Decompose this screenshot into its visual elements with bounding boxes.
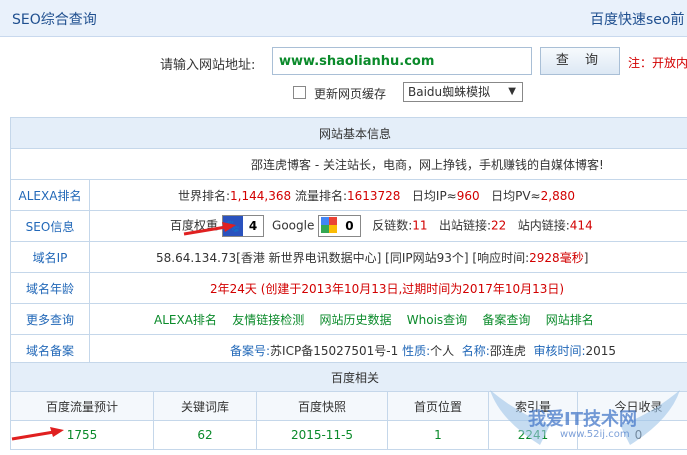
col-baidu-traffic: 百度流量预计 [10, 391, 154, 421]
name-value: 邵连虎 [489, 343, 526, 358]
more-queries-label: 更多查询 [10, 303, 90, 335]
basic-info-table: 网站基本信息 邵连虎博客 - 关注站长，电商，网上挣钱，手机赚钱的自媒体博客! … [10, 117, 687, 366]
annotation-arrow-traffic [11, 427, 64, 441]
value-today-indexed[interactable]: 0 [577, 420, 687, 450]
top-bar: SEO综合查询 百度快速seo前 [0, 0, 687, 37]
spider-select-value: Baidu蜘蛛模拟 [408, 85, 491, 99]
url-input[interactable] [272, 47, 532, 75]
daily-ip-value: 960 [456, 188, 480, 203]
col-keywords: 关键词库 [153, 391, 257, 421]
google-pr-value: 0 [339, 216, 360, 236]
annotation-arrow-weight [183, 222, 236, 236]
google-label: Google [272, 218, 315, 233]
baidu-seo-link[interactable]: 百度快速seo前 [590, 9, 684, 29]
options-row: 更新网页缓存 Baidu蜘蛛模拟 ▼ [0, 82, 687, 104]
url-input-label: 请输入网站地址: [160, 58, 256, 73]
domain-icp-label: 域名备案 [10, 334, 90, 366]
col-index-count: 索引量 [488, 391, 578, 421]
notice-text: 注：开放内 [628, 56, 687, 70]
backlinks-label: 反链数: [372, 218, 413, 233]
google-pr-badge[interactable]: 0 [318, 215, 361, 237]
link-alexa-rank[interactable]: ALEXA排名 [154, 313, 217, 327]
domain-age-label: 域名年龄 [10, 272, 90, 304]
response-time-value: 2928毫秒 [529, 250, 584, 265]
daily-pv-value: 2,880 [540, 188, 575, 203]
daily-pv-label: 日均PV≈ [491, 188, 541, 203]
nature-value: 个人 [430, 343, 455, 358]
refresh-cache-checkbox[interactable] [293, 86, 306, 99]
value-keywords[interactable]: 62 [153, 420, 257, 450]
more-queries-links: ALEXA排名 友情链接检测 网站历史数据 Whois查询 备案查询 网站排名 [89, 303, 687, 335]
audit-time-value: 2015 [585, 343, 617, 358]
col-baidu-snapshot: 百度快照 [256, 391, 388, 421]
query-button[interactable]: 查 询 [540, 47, 620, 75]
seo-info-label: SEO信息 [10, 210, 90, 242]
seo-info-values: 百度权重 🐾4 Google 0 反链数:11 出站链接:22 站内链接:414 [89, 210, 687, 242]
link-friend-links[interactable]: 友情链接检测 [232, 313, 304, 327]
google-icon [319, 216, 340, 236]
col-today-indexed: 今日收录 [577, 391, 687, 421]
same-ip-sites[interactable]: [同IP网站93个] [385, 251, 468, 265]
col-home-position: 首页位置 [387, 391, 489, 421]
name-label: 名称: [461, 343, 490, 358]
domain-ip-label: 域名IP [10, 241, 90, 273]
url-query-row: 请输入网站地址: 查 询 注：开放内 [0, 47, 687, 77]
outlinks-value[interactable]: 22 [491, 219, 506, 233]
audit-time-label: 审核时间: [533, 343, 586, 358]
refresh-cache-label: 更新网页缓存 [314, 87, 387, 101]
link-site-rank[interactable]: 网站排名 [546, 313, 594, 327]
daily-ip-label: 日均IP≈ [411, 188, 457, 203]
baidu-weight-value: 4 [242, 216, 264, 236]
traffic-rank-label: 流量排名: [294, 188, 347, 203]
value-baidu-snapshot[interactable]: 2015-11-5 [256, 420, 388, 450]
link-whois[interactable]: Whois查询 [407, 313, 467, 327]
value-index-count[interactable]: 2241 [488, 420, 578, 450]
world-rank-value: 1,144,368 [230, 188, 292, 203]
domain-ip-values: 58.64.134.73[香港 新世界电讯数据中心] [同IP网站93个] [响… [89, 241, 687, 273]
traffic-rank-value: 1613728 [347, 188, 401, 203]
link-site-history[interactable]: 网站历史数据 [319, 313, 391, 327]
response-time-end: ] [583, 250, 589, 265]
icp-label: 备案号: [230, 343, 271, 358]
domain-age-value: 2年24天 (创建于2013年10月13日,过期时间为2017年10月13日) [89, 272, 687, 304]
page-title: SEO综合查询 [12, 12, 97, 28]
response-time-label: [响应时间: [472, 250, 530, 265]
basic-info-header: 网站基本信息 [10, 117, 687, 149]
ip-address: 58.64.134.73[香港 新世界电讯数据中心] [156, 250, 382, 265]
baidu-related-table: 百度相关 百度流量预计 关键词库 百度快照 首页位置 索引量 今日收录 1755… [10, 362, 687, 450]
backlinks-value[interactable]: 11 [412, 219, 427, 233]
inlinks-label: 站内链接: [517, 218, 570, 233]
alexa-values: 世界排名:1,144,368 流量排名:1613728 日均IP≈960 日均P… [89, 179, 687, 211]
inlinks-value[interactable]: 414 [570, 219, 593, 233]
dropdown-arrow-icon: ▼ [508, 86, 516, 97]
nature-label: 性质: [402, 343, 431, 358]
alexa-label: ALEXA排名 [10, 179, 90, 211]
value-home-position: 1 [387, 420, 489, 450]
site-description: 邵连虎博客 - 关注站长，电商，网上挣钱，手机赚钱的自媒体博客! [10, 148, 687, 180]
link-icp-query[interactable]: 备案查询 [482, 313, 530, 327]
baidu-related-header: 百度相关 [10, 362, 687, 392]
icp-value: 苏ICP备15027501号-1 [270, 343, 399, 358]
domain-icp-values: 备案号:苏ICP备15027501号-1 性质:个人 名称:邵连虎 审核时间:2… [89, 334, 687, 366]
world-rank-label: 世界排名: [178, 188, 231, 203]
outlinks-label: 出站链接: [438, 218, 492, 233]
spider-select[interactable]: Baidu蜘蛛模拟 ▼ [403, 82, 523, 102]
